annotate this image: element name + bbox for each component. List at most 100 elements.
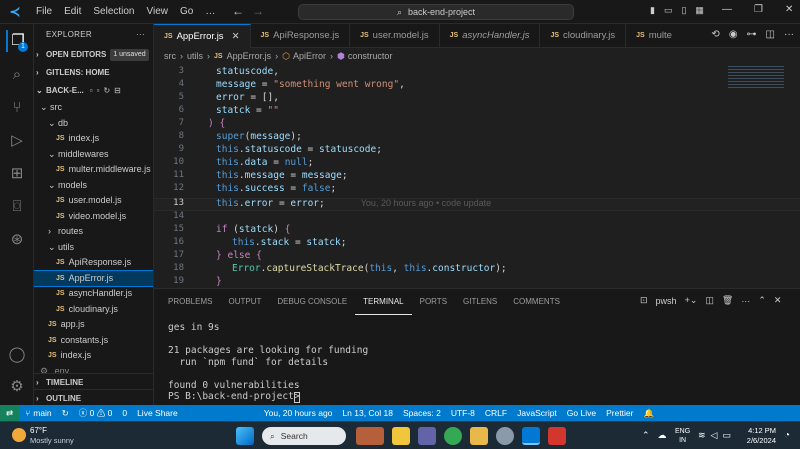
wifi-icon[interactable]: ≋ (698, 430, 706, 441)
cloud-icon[interactable]: ☁ (658, 430, 667, 441)
live-share[interactable]: Live Share (137, 408, 178, 418)
language-mode[interactable]: JavaScript (517, 408, 557, 418)
restore-icon[interactable]: ❐ (754, 4, 763, 15)
tab-debug-console[interactable]: DEBUG CONSOLE (269, 289, 355, 315)
line-ending[interactable]: CRLF (485, 408, 507, 418)
tab-asynchandler[interactable]: JS asyncHandler.js (440, 23, 541, 48)
command-center-search[interactable]: ⌕ back-end-project (298, 4, 574, 20)
shell-name[interactable]: pwsh (656, 296, 677, 306)
toggle-sidebar-icon[interactable]: ▮ (650, 5, 655, 16)
weather-desc[interactable]: Mostly sunny (30, 436, 74, 445)
open-editors-section[interactable]: › OPEN EDITORS 1 unsaved (34, 46, 153, 64)
split-terminal-icon[interactable]: ◫ (705, 295, 714, 306)
source-control-icon[interactable]: ⑂ (6, 97, 28, 119)
tree-folder[interactable]: ⌄ models (34, 178, 153, 194)
more-actions-icon[interactable]: ··· (784, 29, 794, 40)
language-indicator[interactable]: ENG IN (675, 427, 690, 445)
branch-name[interactable]: main (33, 408, 51, 418)
vscode-taskbar-icon[interactable] (522, 427, 540, 445)
menu-view[interactable]: View (141, 6, 175, 17)
gitlens-home-section[interactable]: › GITLENS: HOME (34, 64, 153, 82)
tab-output[interactable]: OUTPUT (220, 289, 269, 315)
tree-folder[interactable]: ⌄ middlewares (34, 147, 153, 163)
menu-file[interactable]: File (30, 6, 58, 17)
maximize-panel-icon[interactable]: ⌃ (758, 295, 766, 306)
back-arrow-icon[interactable]: ← (232, 4, 244, 18)
tree-file[interactable]: JS AppError.js (34, 269, 153, 287)
teams-icon[interactable] (418, 427, 436, 445)
tree-file[interactable]: JS asyncHandler.js (34, 286, 153, 302)
breadcrumb-src[interactable]: src (164, 51, 176, 61)
new-terminal-icon[interactable]: +⌄ (685, 295, 698, 306)
project-section[interactable]: ⌄ BACK-E... ▫▫↻⊟ (34, 82, 153, 100)
taskbar-search[interactable]: ⌕ Search (262, 427, 346, 445)
notification-bell-icon[interactable]: ◔ (784, 430, 790, 441)
notifications-bell-icon[interactable]: 🔔 (644, 408, 655, 419)
chrome-icon[interactable] (444, 427, 462, 445)
accounts-icon[interactable]: ◯ (6, 344, 28, 366)
run-debug-icon[interactable]: ▷ (6, 130, 28, 152)
gitlens-icon[interactable]: ⊛ (6, 229, 28, 251)
manage-gear-icon[interactable]: ⚙ (6, 376, 28, 398)
widgets-icon[interactable] (356, 427, 384, 445)
acrobat-icon[interactable] (548, 427, 566, 445)
tree-file[interactable]: JS constants.js (34, 333, 153, 349)
tab-cloudinary[interactable]: JS cloudinary.js (540, 23, 627, 48)
go-live[interactable]: Go Live (567, 408, 596, 418)
weather-sun-icon[interactable] (12, 428, 26, 442)
encoding[interactable]: UTF-8 (451, 408, 475, 418)
tab-multer[interactable]: JS multe (626, 24, 682, 48)
tab-comments[interactable]: COMMENTS (505, 289, 568, 315)
more-actions-icon[interactable]: ··· (136, 24, 145, 46)
tree-file[interactable]: JS index.js (34, 131, 153, 147)
close-panel-icon[interactable]: ✕ (774, 295, 782, 306)
more-actions-icon[interactable]: ··· (741, 296, 750, 306)
code-editor[interactable]: 3 4 5 6 7 8 9 10 11 12 13 14 15 16 17 18 19 statuscode, … (154, 64, 800, 288)
breadcrumb-class[interactable]: ApiError (293, 51, 326, 61)
trash-icon[interactable]: 🗑 (722, 295, 733, 306)
menu-edit[interactable]: Edit (58, 6, 87, 17)
search-icon[interactable]: ⌕ (6, 64, 28, 86)
explorer-actions-icons[interactable]: ▫▫↻⊟ (90, 82, 125, 100)
tree-file[interactable]: JS user.model.js (34, 193, 153, 209)
cursor-position[interactable]: Ln 13, Col 18 (342, 408, 393, 418)
close-tab-icon[interactable]: ✕ (232, 31, 240, 42)
tree-folder[interactable]: › routes (34, 224, 153, 240)
ports-count[interactable]: 0 (122, 408, 127, 418)
breadcrumb-file[interactable]: AppError.js (227, 51, 272, 61)
chevron-up-icon[interactable]: ⌃ (642, 430, 650, 441)
breadcrumb-method[interactable]: constructor (348, 51, 393, 61)
tree-folder[interactable]: ⌄ src (34, 100, 153, 116)
tree-file[interactable]: JS app.js (34, 317, 153, 333)
close-window-icon[interactable]: ✕ (785, 4, 793, 15)
windows-start-icon[interactable] (236, 427, 254, 445)
tab-apperror[interactable]: JS AppError.js ✕ (154, 23, 251, 48)
extensions-icon[interactable]: ⊞ (6, 163, 28, 185)
tab-user-model[interactable]: JS user.model.js (350, 23, 440, 48)
sync-icon[interactable]: ↻ (62, 408, 69, 419)
menu-more[interactable]: … (199, 6, 221, 17)
git-blame[interactable]: You, 20 hours ago (264, 408, 333, 418)
layout-icon[interactable]: ▦ (695, 5, 704, 16)
tree-file[interactable]: JS video.model.js (34, 209, 153, 225)
open-changes-icon[interactable]: ⊶ (747, 29, 757, 40)
volume-icon[interactable]: ◁ (711, 430, 718, 441)
tab-problems[interactable]: PROBLEMS (160, 289, 220, 315)
tab-ports[interactable]: PORTS (412, 289, 455, 315)
toggle-panel-icon[interactable]: ▭ (664, 5, 673, 16)
gitlens-icon[interactable]: ◉ (729, 29, 738, 40)
menu-selection[interactable]: Selection (87, 6, 140, 17)
tree-file[interactable]: JS index.js (34, 348, 153, 364)
tree-folder[interactable]: ⌄ utils (34, 240, 153, 256)
minimap[interactable] (728, 66, 784, 90)
prettier[interactable]: Prettier (606, 408, 633, 418)
clock[interactable]: 4:12 PM 2/6/2024 (744, 426, 776, 446)
tab-terminal[interactable]: TERMINAL (355, 289, 412, 315)
forward-arrow-icon[interactable]: → (252, 4, 264, 18)
tab-apiresponse[interactable]: JS ApiResponse.js (251, 23, 351, 48)
remote-explorer-icon[interactable]: ⌼ (6, 196, 28, 218)
minimize-icon[interactable]: — (722, 4, 732, 15)
settings-icon[interactable] (496, 427, 514, 445)
git-compare-icon[interactable]: ⟲ (711, 29, 719, 40)
folder-icon[interactable] (470, 427, 488, 445)
